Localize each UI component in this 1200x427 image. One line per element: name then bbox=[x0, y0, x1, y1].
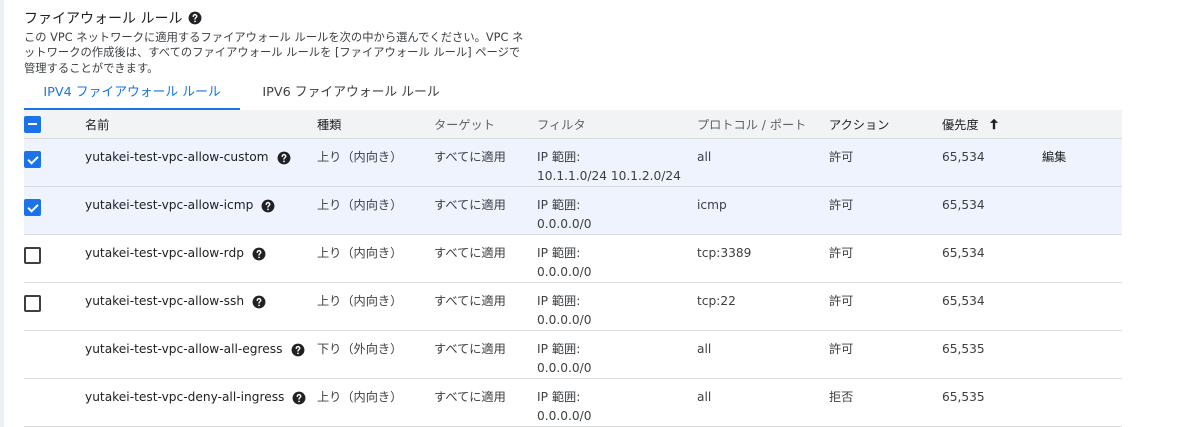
tab-ipv4[interactable]: IPV4 ファイアウォール ルール bbox=[24, 80, 240, 110]
filter-value: 0.0.0.0/0 bbox=[537, 217, 592, 231]
column-header-protocol[interactable]: プロトコル / ポート bbox=[697, 110, 829, 139]
rule-protocol: all bbox=[697, 390, 712, 404]
rule-type: 上り（内向き） bbox=[317, 150, 403, 164]
rule-action: 許可 bbox=[829, 246, 854, 260]
filter-label: IP 範囲: bbox=[537, 150, 581, 164]
filter-label: IP 範囲: bbox=[537, 246, 581, 260]
help-icon[interactable] bbox=[188, 11, 202, 25]
rule-action: 許可 bbox=[829, 342, 854, 356]
table-header-row: 名前 種類 ターゲット フィルタ プロトコル / ポート アクション 優先度 bbox=[24, 110, 1122, 139]
select-all-checkbox[interactable] bbox=[24, 115, 41, 133]
section-title: ファイアウォール ルール bbox=[24, 11, 183, 27]
table-row[interactable]: yutakei-test-vpc-deny-all-ingress 上り（内向き… bbox=[24, 378, 1122, 427]
rule-action: 許可 bbox=[829, 150, 854, 164]
rule-priority: 65,534 bbox=[942, 294, 985, 308]
tab-bar: IPV4 ファイアウォール ルール IPV6 ファイアウォール ルール bbox=[24, 80, 1122, 110]
row-checkbox[interactable] bbox=[24, 199, 41, 216]
section-description: この VPC ネットワークに適用するファイアウォール ルールを次の中から選んでく… bbox=[24, 31, 524, 75]
rule-type: 上り（内向き） bbox=[317, 198, 403, 212]
column-header-priority[interactable]: 優先度 bbox=[942, 110, 1042, 139]
rule-priority: 65,535 bbox=[942, 342, 985, 356]
filter-label: IP 範囲: bbox=[537, 342, 581, 356]
table-row[interactable]: yutakei-test-vpc-allow-all-egress 下り（外向き… bbox=[24, 330, 1122, 379]
filter-value: 0.0.0.0/0 bbox=[537, 313, 592, 327]
tab-ipv6[interactable]: IPV6 ファイアウォール ルール bbox=[241, 80, 461, 110]
help-icon[interactable] bbox=[261, 199, 275, 213]
rule-priority: 65,534 bbox=[942, 246, 985, 260]
column-header-target[interactable]: ターゲット bbox=[434, 110, 537, 139]
rule-protocol: tcp:3389 bbox=[697, 246, 752, 260]
rule-priority: 65,534 bbox=[942, 150, 985, 164]
firewall-rules-table: 名前 種類 ターゲット フィルタ プロトコル / ポート アクション 優先度 y… bbox=[24, 110, 1122, 427]
rule-protocol: all bbox=[697, 150, 712, 164]
rule-name: yutakei-test-vpc-allow-ssh bbox=[85, 294, 245, 308]
rule-name: yutakei-test-vpc-allow-custom bbox=[85, 150, 269, 164]
rule-type: 下り（外向き） bbox=[317, 342, 403, 356]
filter-value: 0.0.0.0/0 bbox=[537, 409, 592, 423]
edit-link[interactable]: 編集 bbox=[1042, 139, 1122, 167]
filter-value: 10.1.1.0/24 10.1.2.0/24 bbox=[537, 169, 681, 183]
rule-action: 拒否 bbox=[829, 390, 854, 404]
help-icon[interactable] bbox=[292, 391, 306, 405]
rule-target: すべてに適用 bbox=[434, 390, 506, 404]
rule-name: yutakei-test-vpc-allow-rdp bbox=[85, 246, 244, 260]
table-row[interactable]: yutakei-test-vpc-allow-custom 上り（内向き） すべ… bbox=[24, 138, 1122, 187]
column-header-type[interactable]: 種類 bbox=[317, 110, 434, 139]
rule-priority: 65,535 bbox=[942, 390, 985, 404]
table-row[interactable]: yutakei-test-vpc-allow-icmp 上り（内向き） すべてに… bbox=[24, 186, 1122, 235]
rule-name: yutakei-test-vpc-deny-all-ingress bbox=[85, 390, 285, 404]
column-header-priority-label: 優先度 bbox=[942, 117, 979, 132]
column-header-action[interactable]: アクション bbox=[829, 110, 942, 139]
help-icon[interactable] bbox=[252, 247, 266, 261]
rule-target: すべてに適用 bbox=[434, 342, 506, 356]
rule-protocol: icmp bbox=[697, 198, 727, 212]
table-row[interactable]: yutakei-test-vpc-allow-ssh 上り（内向き） すべてに適… bbox=[24, 282, 1122, 331]
sort-ascending-icon[interactable] bbox=[987, 117, 1001, 134]
rule-name: yutakei-test-vpc-allow-all-egress bbox=[85, 342, 283, 356]
rule-action: 許可 bbox=[829, 198, 854, 212]
rule-priority: 65,534 bbox=[942, 198, 985, 212]
rule-target: すべてに適用 bbox=[434, 294, 506, 308]
left-border bbox=[0, 0, 4, 427]
row-checkbox[interactable] bbox=[24, 247, 41, 264]
filter-value: 0.0.0.0/0 bbox=[537, 361, 592, 375]
row-checkbox[interactable] bbox=[24, 151, 41, 168]
column-header-edit bbox=[1042, 110, 1122, 139]
rule-target: すべてに適用 bbox=[434, 198, 506, 212]
table-row[interactable]: yutakei-test-vpc-allow-rdp 上り（内向き） すべてに適… bbox=[24, 234, 1122, 283]
rule-target: すべてに適用 bbox=[434, 246, 506, 260]
rule-action: 許可 bbox=[829, 294, 854, 308]
rule-target: すべてに適用 bbox=[434, 150, 506, 164]
column-header-name[interactable]: 名前 bbox=[85, 110, 317, 139]
column-header-filter[interactable]: フィルタ bbox=[537, 110, 697, 139]
help-icon[interactable] bbox=[291, 343, 305, 357]
filter-value: 0.0.0.0/0 bbox=[537, 265, 592, 279]
filter-label: IP 範囲: bbox=[537, 390, 581, 404]
help-icon[interactable] bbox=[252, 295, 266, 309]
filter-label: IP 範囲: bbox=[537, 198, 581, 212]
filter-label: IP 範囲: bbox=[537, 294, 581, 308]
rule-type: 上り（内向き） bbox=[317, 390, 403, 404]
row-checkbox[interactable] bbox=[24, 295, 41, 312]
rule-type: 上り（内向き） bbox=[317, 294, 403, 308]
help-icon[interactable] bbox=[277, 151, 291, 165]
rule-name: yutakei-test-vpc-allow-icmp bbox=[85, 198, 254, 212]
rule-type: 上り（内向き） bbox=[317, 246, 403, 260]
section-header: ファイアウォール ルール bbox=[24, 8, 202, 28]
rule-protocol: tcp:22 bbox=[697, 294, 736, 308]
rule-protocol: all bbox=[697, 342, 712, 356]
